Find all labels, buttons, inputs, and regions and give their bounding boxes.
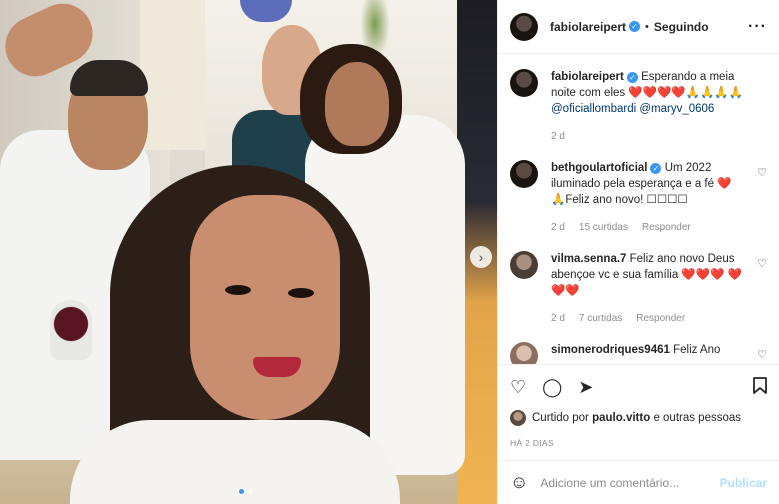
save-bookmark-icon[interactable] bbox=[753, 376, 767, 397]
carousel-dot bbox=[248, 489, 253, 494]
person-selfie-woman-eye bbox=[288, 288, 314, 298]
comment-text: Feliz Ano bbox=[673, 344, 721, 356]
post-details-panel: fabiolareipert ✓ • Seguindo ··· fabiolar… bbox=[497, 0, 779, 504]
verified-badge-icon: ✓ bbox=[629, 21, 641, 32]
comment-username[interactable]: bethgoulartoficial bbox=[551, 162, 647, 174]
comment-username[interactable]: vilma.senna.7 bbox=[551, 253, 626, 265]
comment-meta: 2 d 15 curtidas Responder bbox=[551, 220, 749, 236]
carousel-indicator bbox=[239, 489, 253, 494]
caption-meta: 2 d bbox=[551, 129, 749, 145]
comment-likes[interactable]: 7 curtidas bbox=[579, 311, 622, 327]
carousel-next-button[interactable]: › bbox=[470, 246, 492, 268]
comment-username[interactable]: simonerodriques9461 bbox=[551, 344, 670, 356]
verified-badge-icon: ✓ bbox=[626, 72, 638, 83]
comment-avatar[interactable] bbox=[510, 342, 538, 364]
liked-by-user[interactable]: paulo.vitto bbox=[592, 412, 650, 424]
comment-body: vilma.senna.7 Feliz ano novo Deus abenço… bbox=[551, 251, 767, 327]
person-selfie-woman-body bbox=[70, 420, 400, 504]
comment-like-heart-icon[interactable]: ♡ bbox=[757, 348, 767, 361]
liked-by: Curtido por paulo.vitto e outras pessoas bbox=[510, 410, 767, 426]
caption-avatar[interactable] bbox=[510, 69, 538, 97]
person-woman-white-dress-head bbox=[325, 62, 389, 146]
comments-list[interactable]: fabiolareipert ✓ Esperando a meia noite c… bbox=[498, 54, 779, 364]
comment-avatar[interactable] bbox=[510, 251, 538, 279]
author-avatar[interactable] bbox=[510, 12, 538, 41]
chevron-right-icon: › bbox=[478, 249, 484, 265]
comment-body: bethgoulartoficial ✓ Um 2022 iluminado pe… bbox=[551, 160, 767, 236]
comment-item: simonerodriques9461 Feliz Ano ♡ bbox=[510, 342, 767, 364]
comment-like-heart-icon[interactable]: ♡ bbox=[757, 166, 767, 179]
share-send-icon[interactable]: ➤ bbox=[578, 378, 593, 396]
comment-item: vilma.senna.7 Feliz ano novo Deus abenço… bbox=[510, 251, 767, 327]
comment-meta: 2 d 7 curtidas Responder bbox=[551, 311, 749, 327]
more-options-icon[interactable]: ··· bbox=[748, 18, 767, 36]
caption: fabiolareipert ✓ Esperando a meia noite c… bbox=[510, 69, 767, 145]
verified-badge-icon: ✓ bbox=[650, 163, 662, 174]
like-heart-icon[interactable]: ♡ bbox=[510, 378, 526, 396]
comment-input[interactable]: Adicione um comentário... bbox=[540, 476, 679, 490]
comment-avatar[interactable] bbox=[510, 160, 538, 188]
add-comment-bar: ☺ Adicione um comentário... Publicar bbox=[498, 460, 779, 504]
caption-username[interactable]: fabiolareipert bbox=[551, 71, 624, 83]
wine-glass bbox=[50, 300, 92, 360]
comment-body: simonerodriques9461 Feliz Ano bbox=[551, 342, 767, 364]
comment-likes[interactable]: 15 curtidas bbox=[579, 220, 628, 236]
person-selfie-woman-eye bbox=[225, 285, 251, 295]
post-header: fabiolareipert ✓ • Seguindo ··· bbox=[498, 0, 779, 54]
caption-body: fabiolareipert ✓ Esperando a meia noite c… bbox=[551, 69, 767, 145]
comment-like-heart-icon[interactable]: ♡ bbox=[757, 257, 767, 270]
instagram-post-modal: › fabiolareipert ✓ • Seguindo ··· fabiol… bbox=[0, 0, 779, 504]
liked-by-text: Curtido por paulo.vitto e outras pessoas bbox=[532, 412, 741, 424]
post-date[interactable]: HÁ 2 DIAS bbox=[510, 438, 554, 448]
liked-by-suffix[interactable]: e outras pessoas bbox=[653, 412, 741, 424]
comment-item: bethgoulartoficial ✓ Um 2022 iluminado pe… bbox=[510, 160, 767, 236]
comment-reply-button[interactable]: Responder bbox=[636, 311, 685, 327]
author-username[interactable]: fabiolareipert bbox=[550, 20, 626, 34]
post-photo[interactable]: › bbox=[0, 0, 497, 504]
comment-reply-button[interactable]: Responder bbox=[642, 220, 691, 236]
emoji-smiley-icon[interactable]: ☺ bbox=[510, 472, 528, 493]
follow-status-button[interactable]: Seguindo bbox=[654, 20, 709, 34]
comment-time: 2 d bbox=[551, 222, 565, 233]
header-separator: • bbox=[645, 20, 649, 33]
person-selfie-woman-face bbox=[190, 195, 340, 420]
liked-by-avatar[interactable] bbox=[510, 410, 526, 426]
photo-door bbox=[140, 0, 210, 150]
comment-time: 2 d bbox=[551, 313, 565, 324]
caption-mentions[interactable]: @oficiallombardi @maryv_0606 bbox=[551, 103, 714, 115]
person-man-left-hair bbox=[70, 60, 148, 96]
caption-time: 2 d bbox=[551, 131, 565, 142]
comment-bubble-icon[interactable]: ◯ bbox=[542, 378, 562, 396]
post-actions-bar: ♡ ◯ ➤ bbox=[498, 364, 779, 408]
carousel-dot-active bbox=[239, 489, 244, 494]
liked-by-prefix: Curtido por bbox=[532, 412, 589, 424]
publish-button[interactable]: Publicar bbox=[720, 476, 767, 490]
person-selfie-woman-mouth bbox=[253, 357, 301, 377]
